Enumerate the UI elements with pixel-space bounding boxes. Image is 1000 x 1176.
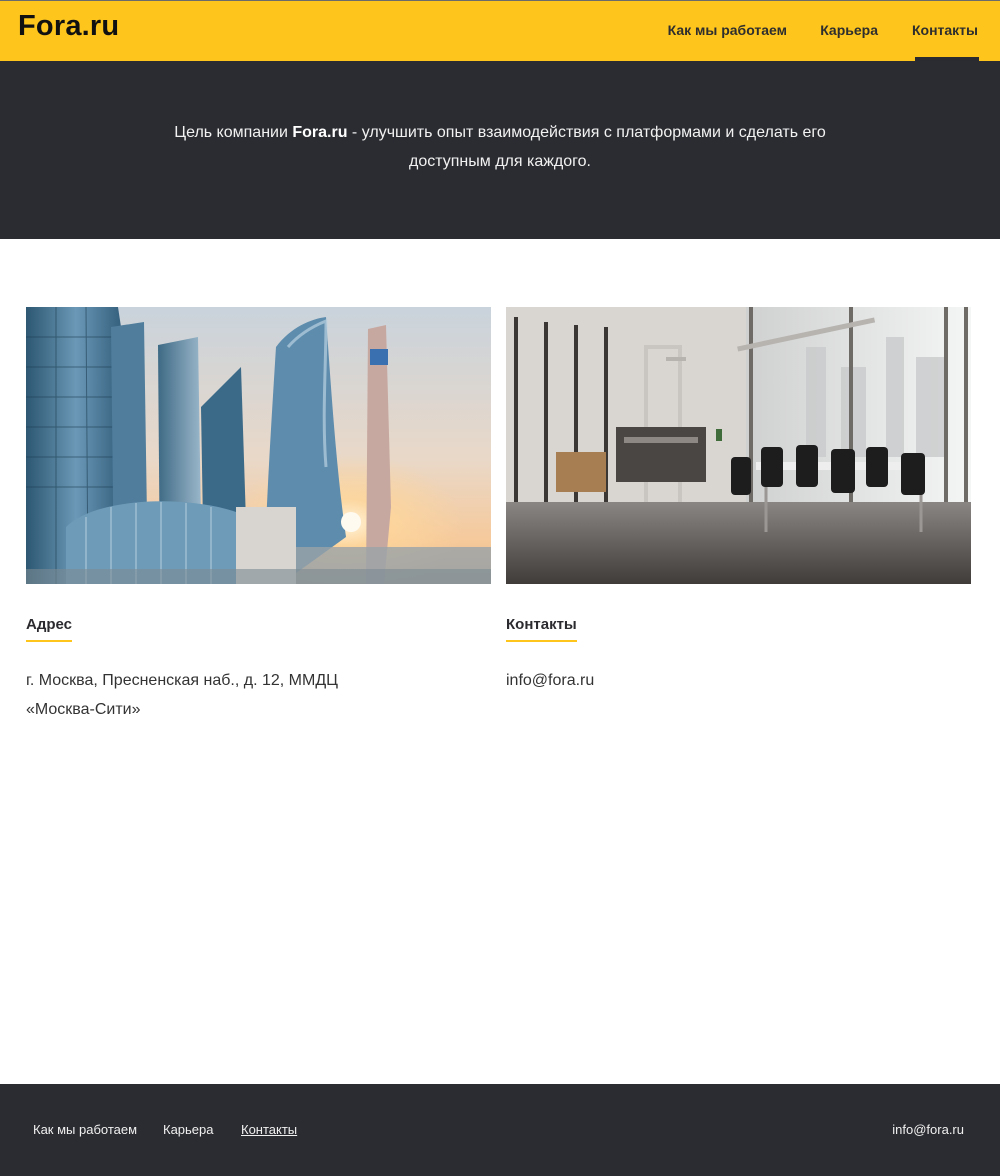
mission-statement: Цель компании Fora.ru - улучшить опыт вз… [160,118,840,176]
nav-link-career[interactable]: Карьера [820,22,878,38]
office-interior-photo [506,307,971,584]
logo-link[interactable]: Fora.ru [18,10,119,43]
address-line-1: г. Москва, Пресненская наб., д. 12, ММДЦ [26,672,338,689]
site-header: Fora.ru Как мы работаем Карьера Контакты [0,0,1000,61]
footer-link-career[interactable]: Карьера [163,1122,214,1137]
footer-link-how-we-work[interactable]: Как мы работаем [33,1122,137,1137]
contacts-title: Контакты [506,616,577,642]
nav-link-how-we-work[interactable]: Как мы работаем [668,22,787,38]
mission-banner: Цель компании Fora.ru - улучшить опыт вз… [0,61,1000,239]
contact-email-link[interactable]: info@fora.ru [506,672,594,689]
address-section: Адрес г. Москва, Пресненская наб., д. 12… [26,616,491,724]
site-footer: Как мы работаем Карьера Контакты info@fo… [0,1084,1000,1176]
mission-text-start: Цель компании [174,124,293,141]
footer-link-contacts[interactable]: Контакты [241,1122,297,1137]
moscow-city-photo [26,307,491,584]
contacts-text: info@fora.ru [506,666,971,695]
contacts-section: Контакты info@fora.ru [506,616,971,695]
address-title: Адрес [26,616,73,642]
mission-brand: Fora.ru [292,124,348,141]
mission-text-end: - улучшить опыт взаимодействия с платфор… [347,124,826,170]
nav-link-contacts[interactable]: Контакты [912,22,978,38]
address-line-2: «Москва-Сити» [26,701,141,718]
footer-email-link[interactable]: info@fora.ru [892,1122,964,1137]
address-text: г. Москва, Пресненская наб., д. 12, ММДЦ… [26,666,491,724]
